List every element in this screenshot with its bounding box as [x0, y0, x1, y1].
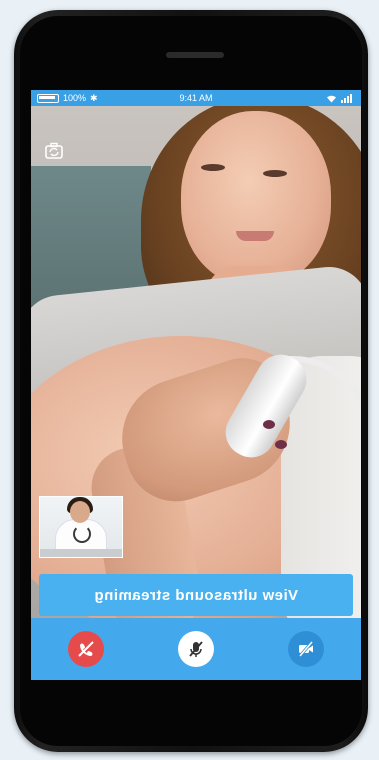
- doctor-desk: [40, 549, 122, 557]
- stethoscope-icon: [73, 525, 91, 543]
- fingernail: [263, 420, 275, 429]
- doctor-head: [70, 501, 90, 523]
- patient-mouth: [236, 231, 274, 241]
- fingernail: [275, 440, 287, 449]
- earpiece-speaker: [166, 52, 224, 58]
- patient-eye: [201, 164, 225, 171]
- status-time: 9:41 AM: [179, 93, 213, 103]
- video-off-button[interactable]: [288, 631, 324, 667]
- view-ultrasound-streaming-label: View ultrasound streaming: [94, 586, 298, 604]
- switch-camera-button[interactable]: [43, 140, 65, 162]
- status-bar: 9:41 AM 100% ✱: [31, 90, 361, 106]
- mute-microphone-button[interactable]: [178, 631, 214, 667]
- remote-video-feed: View ultrasound streaming: [31, 106, 361, 618]
- switch-camera-icon: [45, 142, 63, 159]
- self-view-thumbnail[interactable]: [39, 496, 123, 558]
- stage: 9:41 AM 100% ✱ View ultrasound streaming: [0, 0, 379, 760]
- call-control-bar: [31, 618, 361, 680]
- patient-face: [181, 111, 331, 286]
- end-call-button[interactable]: [68, 631, 104, 667]
- video-off-icon: [298, 641, 314, 657]
- view-ultrasound-streaming-button[interactable]: View ultrasound streaming: [39, 574, 353, 616]
- battery-icon: [37, 93, 59, 103]
- end-call-icon: [78, 641, 94, 657]
- app-screen: 9:41 AM 100% ✱ View ultrasound streaming: [31, 90, 361, 680]
- mic-off-icon: [189, 641, 203, 657]
- patient-eye: [263, 170, 287, 177]
